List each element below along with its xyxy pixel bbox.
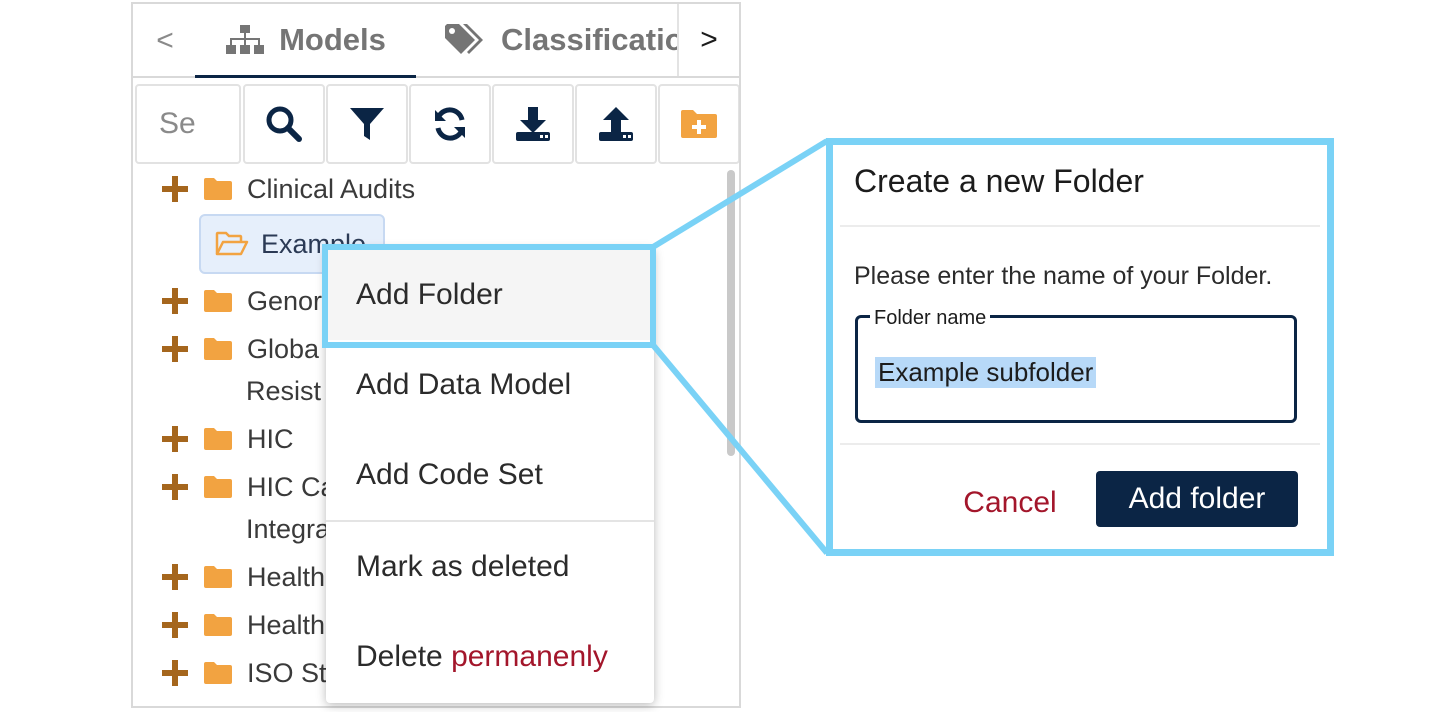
create-folder-dialog: Create a new Folder Please enter the nam… — [826, 138, 1334, 556]
dialog-title: Create a new Folder — [854, 163, 1144, 199]
dialog-message: Please enter the name of your Folder. — [854, 262, 1273, 290]
folder-name-field[interactable]: Folder name Example subfolder — [855, 307, 1297, 423]
dialog-header-divider — [840, 225, 1320, 227]
dialog-footer-divider — [840, 443, 1320, 445]
folder-name-input[interactable]: Example subfolder — [875, 357, 1097, 388]
add-folder-submit-button[interactable]: Add folder — [1096, 471, 1298, 527]
cancel-button[interactable]: Cancel — [950, 475, 1070, 531]
folder-name-label: Folder name — [870, 307, 991, 330]
